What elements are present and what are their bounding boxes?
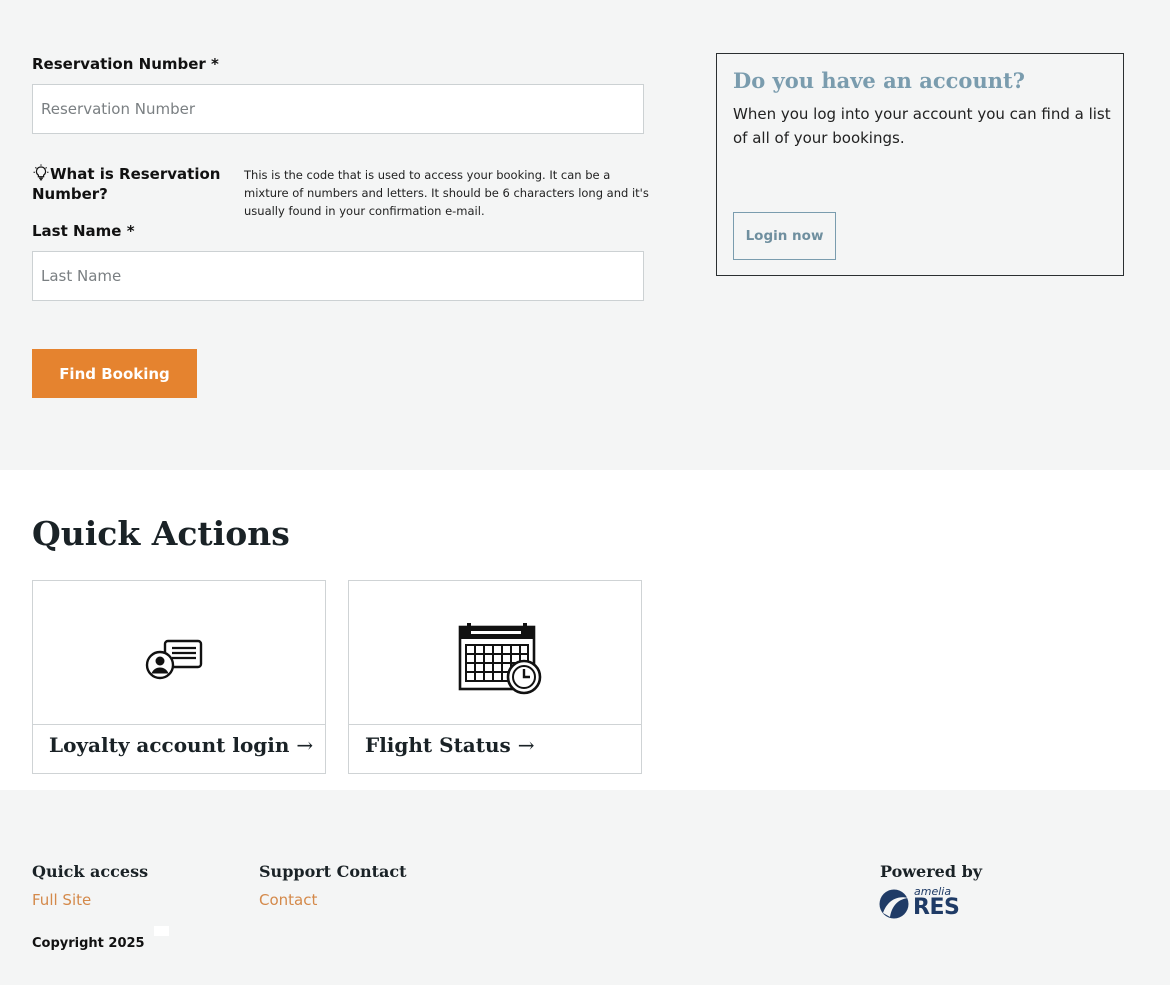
- loyalty-card-icon: [145, 639, 203, 680]
- account-box: Do you have an account? When you log int…: [716, 53, 1124, 276]
- flight-status-text: Flight Status: [365, 733, 511, 757]
- lightbulb-icon: [33, 164, 49, 181]
- quick-actions-title: Quick Actions: [32, 514, 290, 553]
- flight-status-card[interactable]: Flight Status →: [348, 580, 642, 774]
- card-icon-area: [33, 581, 325, 725]
- last-name-label: Last Name *: [32, 222, 135, 240]
- reservation-help-title-text: What is Reservation Number?: [32, 165, 221, 203]
- amelia-res-logo: amelia RES: [879, 885, 969, 921]
- powered-by-heading: Powered by: [880, 862, 983, 881]
- loyalty-account-login-text: Loyalty account login: [49, 733, 290, 757]
- logo-big-text: RES: [913, 895, 960, 920]
- account-box-title: Do you have an account?: [733, 68, 1025, 93]
- full-site-link[interactable]: Full Site: [32, 891, 91, 909]
- flight-status-label: Flight Status →: [365, 733, 535, 757]
- quick-access-heading: Quick access: [32, 862, 149, 881]
- footer-placeholder-square: [154, 926, 169, 936]
- arrow-right-icon: →: [517, 733, 535, 757]
- calendar-clock-icon: [458, 623, 542, 695]
- copyright-text: Copyright 2025: [32, 936, 145, 951]
- reservation-number-label: Reservation Number *: [32, 55, 219, 73]
- last-name-input[interactable]: [32, 251, 644, 301]
- arrow-right-icon: →: [296, 733, 314, 757]
- login-now-button[interactable]: Login now: [733, 212, 836, 260]
- reservation-help-title: What is Reservation Number?: [32, 164, 232, 204]
- account-box-text: When you log into your account you can f…: [733, 105, 1111, 147]
- reservation-help-text: This is the code that is used to access …: [244, 168, 649, 218]
- support-contact-heading: Support Contact: [259, 862, 407, 881]
- find-booking-button[interactable]: Find Booking: [32, 349, 197, 398]
- find-booking-section: Reservation Number * What is Reservation…: [0, 0, 1170, 470]
- card-icon-area: [349, 581, 641, 725]
- reservation-number-input[interactable]: [32, 84, 644, 134]
- amelia-wave-icon: [879, 889, 909, 919]
- contact-link[interactable]: Contact: [259, 891, 317, 909]
- loyalty-account-login-label: Loyalty account login →: [49, 733, 313, 757]
- loyalty-account-login-card[interactable]: Loyalty account login →: [32, 580, 326, 774]
- footer: Quick access Full Site Support Contact C…: [0, 790, 1170, 985]
- quick-actions-section: Quick Actions Loyalty account login → Fl…: [0, 470, 1170, 790]
